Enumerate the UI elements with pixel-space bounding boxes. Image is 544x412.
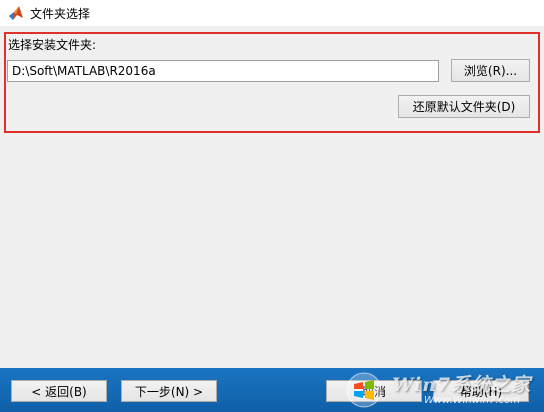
main-content: 选择安装文件夹: 浏览(R)... 还原默认文件夹(D) [0, 26, 544, 368]
install-path-input[interactable] [7, 60, 439, 82]
install-folder-label: 选择安装文件夹: [8, 38, 97, 52]
footer-bar: < 返回(B) 下一步(N) > 取消 帮助(H) Win7系统之家 Www.W… [0, 368, 544, 412]
next-button[interactable]: 下一步(N) > [121, 380, 217, 402]
restore-default-folder-button[interactable]: 还原默认文件夹(D) [398, 95, 530, 118]
back-button[interactable]: < 返回(B) [11, 380, 107, 402]
window-title: 文件夹选择 [30, 6, 91, 21]
matlab-icon [8, 5, 24, 21]
help-button[interactable]: 帮助(H) [433, 380, 529, 402]
browse-button[interactable]: 浏览(R)... [451, 59, 530, 82]
cancel-button[interactable]: 取消 [326, 380, 422, 402]
title-bar: 文件夹选择 [0, 0, 544, 26]
